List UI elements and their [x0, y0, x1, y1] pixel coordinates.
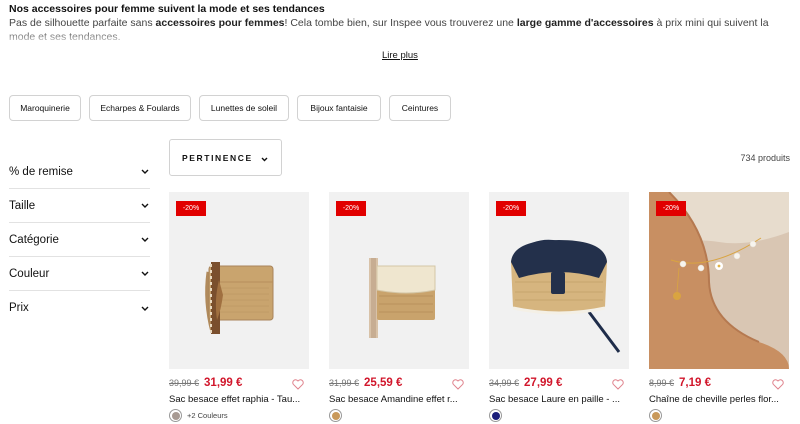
product-card[interactable]: -20% 34,99 € 27,99 € Sac besace Laure en…: [489, 192, 629, 422]
color-swatch[interactable]: [169, 409, 182, 422]
chip-bijoux-fantaisie[interactable]: Bijoux fantaisie: [297, 95, 381, 121]
product-image[interactable]: -20%: [329, 192, 469, 369]
old-price: 39,99 €: [169, 378, 200, 388]
color-swatches: +2 Couleurs: [169, 409, 228, 422]
chevron-down-icon: [140, 303, 150, 313]
category-chips: Maroquinerie Echarpes & Foulards Lunette…: [9, 95, 451, 121]
filter-label: Couleur: [9, 267, 50, 280]
intro-text: Pas de silhouette parfaite sans accessoi…: [9, 16, 794, 46]
filter-price[interactable]: Prix: [9, 291, 150, 325]
filter-label: Taille: [9, 199, 36, 212]
color-swatch[interactable]: [489, 409, 502, 422]
product-count: 734 produits: [740, 153, 790, 163]
chevron-down-icon: [140, 235, 150, 245]
color-swatches: [329, 409, 342, 422]
intro-text-part: Pas de silhouette parfaite sans: [9, 17, 156, 29]
intro-text-bold: large gamme d'accessoires: [516, 17, 654, 29]
chevron-down-icon: [261, 149, 268, 167]
discount-badge: -20%: [496, 201, 526, 216]
filter-size[interactable]: Taille: [9, 189, 150, 223]
filter-sidebar: % de remise Taille Catégorie Couleur Pri…: [9, 155, 150, 325]
chip-echarpes-foulards[interactable]: Echarpes & Foulards: [89, 95, 191, 121]
intro-section: Nos accessoires pour femme suivent la mo…: [9, 2, 794, 46]
price-row: 8,99 € 7,19 €: [649, 375, 789, 391]
product-image[interactable]: -20%: [169, 192, 309, 369]
chip-lunettes-de-soleil[interactable]: Lunettes de soleil: [199, 95, 289, 121]
discount-badge: -20%: [656, 201, 686, 216]
discount-badge: -20%: [336, 201, 366, 216]
product-card[interactable]: -20% 39,99 € 31,99 € Sac besace effet ra…: [169, 192, 309, 422]
chevron-down-icon: [140, 201, 150, 211]
color-swatch[interactable]: [649, 409, 662, 422]
heart-icon[interactable]: [292, 377, 304, 395]
product-name[interactable]: Sac besace Laure en paille - ...: [489, 394, 629, 405]
product-image[interactable]: -20%: [489, 192, 629, 369]
filter-label: % de remise: [9, 165, 73, 178]
price-row: 39,99 € 31,99 €: [169, 375, 309, 391]
intro-text-part: ! Cela tombe bien, sur Inspee vous trouv…: [284, 17, 517, 29]
intro-fade: [9, 30, 794, 46]
current-price: 27,99 €: [524, 377, 563, 389]
read-more-link[interactable]: Lire plus: [382, 50, 418, 61]
chip-ceintures[interactable]: Ceintures: [389, 95, 451, 121]
chevron-down-icon: [140, 167, 150, 177]
intro-text-bold: accessoires pour femmes: [155, 17, 285, 29]
sort-label: PERTINENCE: [182, 152, 253, 163]
filter-label: Catégorie: [9, 233, 59, 246]
heart-icon[interactable]: [452, 377, 464, 395]
filter-category[interactable]: Catégorie: [9, 223, 150, 257]
discount-badge: -20%: [176, 201, 206, 216]
chevron-down-icon: [140, 269, 150, 279]
more-colors-label[interactable]: +2 Couleurs: [187, 411, 228, 420]
filter-color[interactable]: Couleur: [9, 257, 150, 291]
color-swatches: [489, 409, 502, 422]
product-name[interactable]: Chaîne de cheville perles flor...: [649, 394, 789, 405]
old-price: 31,99 €: [329, 378, 360, 388]
current-price: 31,99 €: [204, 377, 243, 389]
intro-title: Nos accessoires pour femme suivent la mo…: [9, 3, 325, 15]
product-name[interactable]: Sac besace effet raphia - Tau...: [169, 394, 309, 405]
current-price: 25,59 €: [364, 377, 403, 389]
product-image[interactable]: -20%: [649, 192, 789, 369]
heart-icon[interactable]: [772, 377, 784, 395]
heart-icon[interactable]: [612, 377, 624, 395]
price-row: 31,99 € 25,59 €: [329, 375, 469, 391]
price-row: 34,99 € 27,99 €: [489, 375, 629, 391]
chip-maroquinerie[interactable]: Maroquinerie: [9, 95, 81, 121]
product-card[interactable]: -20% 31,99 € 25,59 € Sac besace Amandine…: [329, 192, 469, 422]
color-swatches: [649, 409, 662, 422]
product-card[interactable]: -20% 8,99 € 7,19 € Chaîne de cheville pe…: [649, 192, 789, 422]
product-name[interactable]: Sac besace Amandine effet r...: [329, 394, 469, 405]
current-price: 7,19 €: [679, 377, 712, 389]
filter-label: Prix: [9, 302, 29, 314]
old-price: 34,99 €: [489, 378, 520, 388]
filter-discount[interactable]: % de remise: [9, 155, 150, 189]
sort-dropdown[interactable]: PERTINENCE: [169, 139, 282, 176]
old-price: 8,99 €: [649, 378, 675, 388]
color-swatch[interactable]: [329, 409, 342, 422]
